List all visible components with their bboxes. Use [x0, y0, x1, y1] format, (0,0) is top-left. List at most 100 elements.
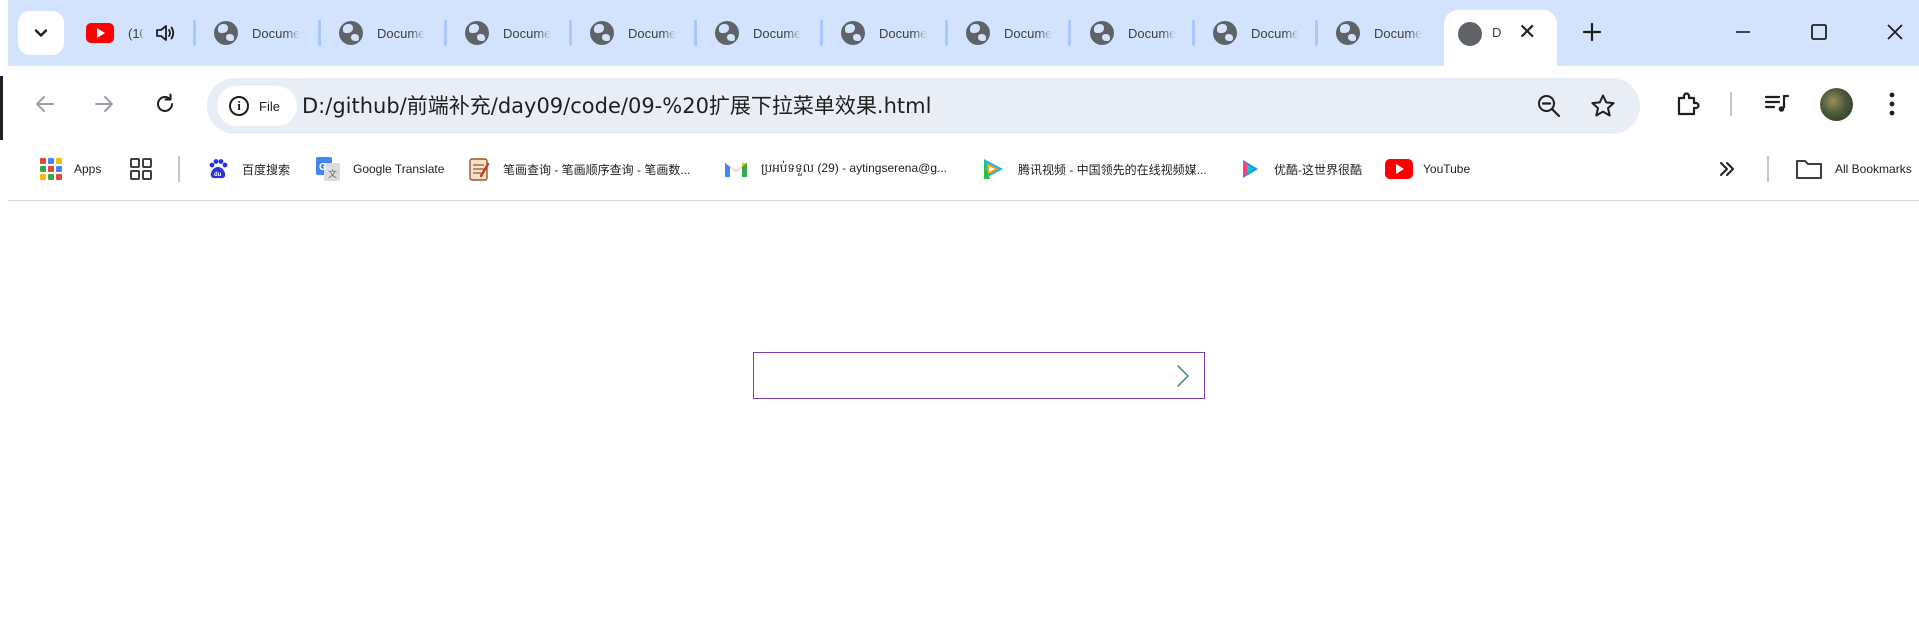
maximize-button[interactable]: [1799, 14, 1839, 50]
double-chevron-right-icon: [1720, 162, 1734, 176]
bookmark-tab-groups[interactable]: [129, 153, 153, 185]
tab-title: Documen: [879, 25, 927, 41]
new-tab-button[interactable]: [1578, 14, 1606, 50]
chevron-right-icon[interactable]: [1170, 363, 1194, 389]
chevron-down-icon: [34, 29, 48, 37]
notepad-icon: [469, 158, 490, 181]
tab-document[interactable]: Documen: [1336, 10, 1422, 56]
close-window-button[interactable]: [1875, 14, 1915, 50]
bookmark-apps[interactable]: Apps: [40, 153, 101, 185]
tab-title: Documen: [1004, 25, 1052, 41]
zoom-out-icon: [1538, 95, 1561, 118]
info-icon: i: [229, 96, 249, 116]
window-left-edge: [0, 0, 8, 635]
tab-document[interactable]: Documen: [1090, 10, 1176, 56]
queue-music-icon: [1764, 94, 1790, 112]
toolbar: i File D:/github/前端补充/day09/code/09-%20扩…: [0, 66, 1919, 140]
close-icon: [1887, 24, 1903, 40]
plus-icon: [1582, 22, 1602, 42]
zoom-button[interactable]: [1535, 92, 1563, 120]
minimize-button[interactable]: [1723, 14, 1763, 50]
tab-separator: [444, 20, 447, 46]
bookmark-tencent-video[interactable]: 腾讯视频 - 中国领先的在线视频媒...: [980, 153, 1207, 185]
folder-icon: [1796, 160, 1822, 179]
arrow-left-icon: [36, 96, 54, 112]
svg-text:文: 文: [328, 168, 337, 180]
maximize-icon: [1811, 24, 1827, 40]
minimize-icon: [1736, 31, 1750, 33]
youtube-icon: [1385, 159, 1413, 179]
bookmark-label: YouTube: [1423, 162, 1471, 176]
tab-separator: [1192, 20, 1195, 46]
close-tab-icon[interactable]: ✕: [1518, 22, 1536, 44]
tab-document[interactable]: Documen: [1213, 10, 1299, 56]
bookmarks-bar: Apps du 百度搜索 G文 Google Translate 笔画查询 - …: [0, 140, 1919, 201]
globe-icon: [214, 21, 238, 45]
extensions-button[interactable]: [1670, 86, 1706, 122]
tab-document[interactable]: Documen: [590, 10, 676, 56]
tab-separator: [820, 20, 823, 46]
globe-icon: [715, 21, 739, 45]
tab-title: Documen: [503, 25, 551, 41]
tab-document[interactable]: Documen: [465, 10, 551, 56]
tab-document[interactable]: Documen: [841, 10, 927, 56]
back-button[interactable]: [27, 86, 63, 122]
globe-icon: [339, 21, 363, 45]
youku-icon: [1243, 160, 1258, 178]
profile-avatar[interactable]: [1820, 88, 1853, 121]
bookmark-label: 百度搜索: [242, 162, 291, 177]
tab-separator: [1315, 20, 1318, 46]
site-info-label: File: [259, 98, 280, 114]
menu-button[interactable]: [1880, 86, 1904, 122]
youtube-icon: [86, 23, 114, 43]
bookmarks-separator: [178, 156, 180, 182]
bookmark-label: Google Translate: [353, 162, 445, 176]
speaker-icon[interactable]: [154, 22, 176, 44]
more-vert-icon: [1889, 92, 1895, 116]
url-text[interactable]: D:/github/前端补充/day09/code/09-%20扩展下拉菜单效果…: [302, 78, 931, 134]
globe-icon: [1213, 21, 1237, 45]
tab-youtube[interactable]: (10: [86, 10, 176, 56]
tab-title: (10: [128, 25, 144, 41]
globe-icon: [1336, 21, 1360, 45]
dropdown-menu-box[interactable]: [753, 352, 1205, 399]
reload-icon: [157, 93, 173, 112]
tab-title: D: [1492, 25, 1502, 40]
bookmark-star-button[interactable]: [1589, 92, 1617, 120]
bookmark-label: ប្រអប់ទទួល (29) - aytingserena@g...: [761, 161, 947, 175]
bookmark-youku[interactable]: 优酷-这世界很酷: [1238, 153, 1362, 185]
tab-document[interactable]: Documen: [214, 10, 300, 56]
tab-active[interactable]: D ✕: [1444, 10, 1557, 66]
more-bookmarks-button[interactable]: [1717, 153, 1737, 185]
globe-icon: [465, 21, 489, 45]
tab-title: Documen: [377, 25, 425, 41]
tab-separator: [569, 20, 572, 46]
media-controls-button[interactable]: [1759, 86, 1795, 122]
all-bookmarks-button[interactable]: All Bookmarks: [1795, 153, 1912, 185]
tab-separator: [1068, 20, 1071, 46]
tab-title: Documen: [1251, 25, 1299, 41]
globe-icon: [1090, 21, 1114, 45]
tab-document[interactable]: Documen: [715, 10, 801, 56]
bookmark-youtube[interactable]: YouTube: [1385, 153, 1470, 185]
globe-icon: [1458, 22, 1482, 46]
page-content: [8, 202, 1919, 635]
site-info-chip[interactable]: i File: [217, 86, 297, 126]
tab-search-button[interactable]: [18, 11, 64, 55]
google-translate-icon: G文: [316, 157, 340, 181]
tab-document[interactable]: Documen: [339, 10, 425, 56]
bookmark-gmail[interactable]: ប្រអប់ទទួល (29) - aytingserena@g...: [723, 153, 947, 185]
baidu-icon: du: [209, 159, 228, 179]
arrow-right-icon: [95, 96, 113, 112]
bookmark-bihua[interactable]: 笔画查询 - 笔画顺序查询 - 笔画数...: [467, 153, 690, 185]
reload-button[interactable]: [147, 86, 183, 122]
address-bar[interactable]: i File D:/github/前端补充/day09/code/09-%20扩…: [207, 78, 1640, 134]
bookmark-google-translate[interactable]: G文 Google Translate: [315, 153, 444, 185]
puzzle-icon: [1677, 92, 1700, 116]
bookmarks-separator: [1767, 156, 1769, 182]
tab-document[interactable]: Documen: [966, 10, 1052, 56]
tab-separator: [694, 20, 697, 46]
bookmark-baidu[interactable]: du 百度搜索: [206, 153, 290, 185]
svg-text:G: G: [319, 162, 327, 173]
forward-button[interactable]: [86, 86, 122, 122]
